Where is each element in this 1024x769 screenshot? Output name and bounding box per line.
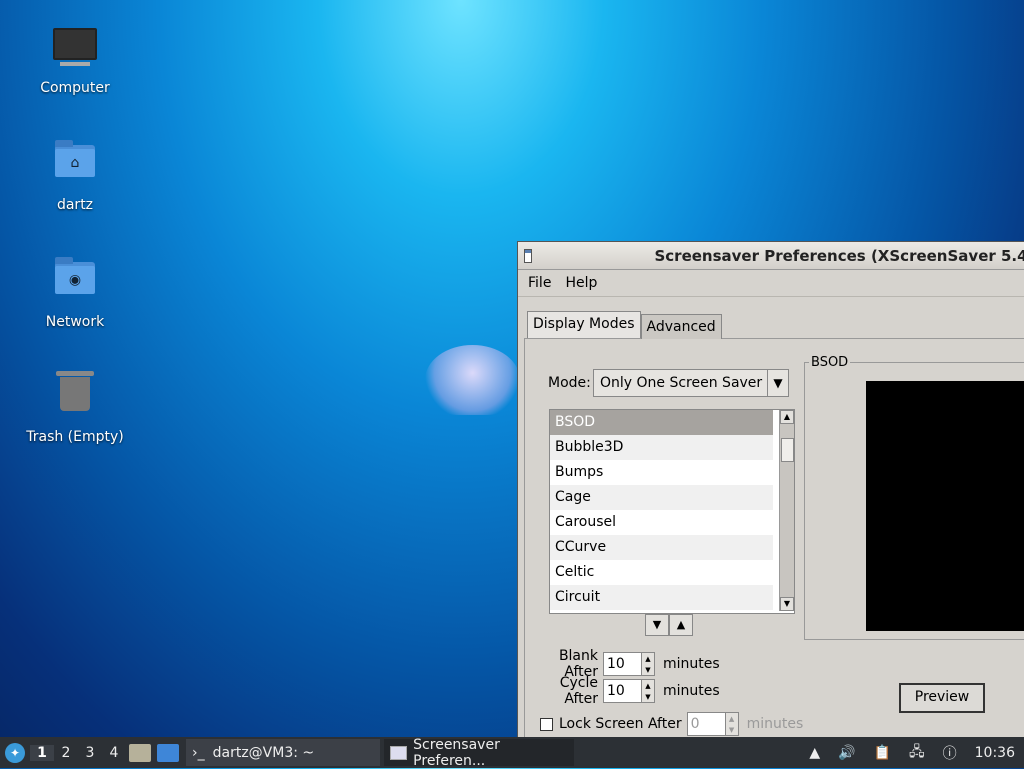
list-item[interactable]: Cage [550,485,773,510]
list-item[interactable]: Carousel [550,510,773,535]
cycle-after-row: Cycle After 10 ▲ ▼ minutes [523,675,720,707]
window-title: Screensaver Preferences (XScreenSaver 5.… [654,246,1024,265]
screensaver-list[interactable]: BSOD Bubble3D Bumps Cage Carousel CCurve… [549,409,795,614]
list-item[interactable]: Bumps [550,460,773,485]
tab-display-modes[interactable]: Display Modes [527,311,641,338]
list-nav-buttons: ▼ ▲ [645,614,693,636]
tab-advanced[interactable]: Advanced [640,314,722,339]
wallpaper-jellyfish [425,345,520,415]
task-label: dartz@VM3: ~ [212,744,315,761]
cycle-after-unit: minutes [663,683,720,699]
next-saver-button[interactable]: ▼ [645,614,669,636]
desktop-icon-label: Computer [40,80,110,96]
desktop-icon-trash[interactable]: Trash (Empty) [20,371,130,445]
window-icon[interactable] [524,248,533,263]
prev-saver-button[interactable]: ▲ [669,614,693,636]
spin-down-icon[interactable]: ▼ [642,693,654,701]
lxqt-logo-icon: ✦ [5,742,25,763]
scroll-thumb[interactable] [781,438,794,462]
menubar: File Help [518,270,1024,297]
lock-screen-label: Lock Screen After [559,716,682,732]
volume-icon[interactable]: 🔊 [838,745,855,761]
lock-screen-row: Lock Screen After 0 ▲ ▼ minutes [540,712,803,736]
cycle-after-value[interactable]: 10 [604,680,641,702]
desktop-icon-label: Trash (Empty) [26,429,124,445]
task-label: Screensaver Preferen... [413,736,500,769]
list-item[interactable]: Bubble3D [550,435,773,460]
blank-after-value[interactable]: 10 [604,653,641,675]
network-folder-icon: ◉ [51,257,99,310]
tray-expand-icon[interactable]: ▲ [809,745,820,761]
desktop-icon-network[interactable]: ◉ Network [20,254,130,330]
desktop-icon-label: dartz [56,197,94,213]
workspace-3[interactable]: 3 [78,745,102,761]
scroll-up-icon[interactable]: ▲ [780,410,794,424]
clock[interactable]: 10:36 [975,745,1015,761]
workspace-1[interactable]: 1 [30,744,54,761]
lock-screen-value[interactable]: 0 [688,713,725,735]
preview-group-title: BSOD [809,355,851,370]
spin-up-icon[interactable]: ▲ [726,715,738,723]
cycle-after-spinner[interactable]: 10 ▲ ▼ [603,679,655,703]
tab-bar: Display Modes Advanced [527,311,722,339]
list-item[interactable]: CCurve [550,535,773,560]
taskbar: ✦ 1 2 3 4 ›_ dartz@VM3: ~ Screensaver Pr… [0,736,1024,769]
blank-after-spinner[interactable]: 10 ▲ ▼ [603,652,655,676]
list-item[interactable]: Celtic [550,560,773,585]
preview-button[interactable]: Preview [899,683,985,713]
file-manager-icon[interactable] [129,743,151,762]
spin-up-icon[interactable]: ▲ [642,655,654,663]
terminal-icon: ›_ [192,744,205,761]
start-menu-button[interactable]: ✦ [0,737,30,768]
desktop-icon-computer[interactable]: Computer [20,20,130,96]
spin-down-icon[interactable]: ▼ [726,726,738,734]
mode-select[interactable]: Only One Screen Saver ▼ [593,369,789,397]
system-tray: ▲ 🔊 📋 🖧 ⓘ 10:36 [800,741,1024,765]
show-desktop-icon[interactable] [157,743,179,762]
preview-area [866,381,1024,631]
trash-icon [51,371,99,425]
task-screensaver[interactable]: Screensaver Preferen... [384,736,574,769]
menu-help[interactable]: Help [565,275,597,291]
desktop-icon-home[interactable]: ⌂ dartz [20,137,130,213]
chevron-down-icon[interactable]: ▼ [767,370,788,396]
lock-screen-unit: minutes [746,716,804,732]
blank-after-unit: minutes [663,656,720,672]
scroll-down-icon[interactable]: ▼ [780,597,794,611]
spin-down-icon[interactable]: ▼ [642,666,654,674]
preview-group: BSOD [804,355,1024,640]
home-folder-icon: ⌂ [51,140,99,193]
network-status-icon[interactable]: 🖧 [909,741,925,765]
screensaver-preferences-window: Screensaver Preferences (XScreenSaver 5.… [517,241,1024,749]
lock-screen-checkbox[interactable] [540,717,553,731]
menu-file[interactable]: File [528,275,551,291]
workspace-2[interactable]: 2 [54,745,78,761]
spin-up-icon[interactable]: ▲ [642,682,654,690]
window-titlebar[interactable]: Screensaver Preferences (XScreenSaver 5.… [518,242,1024,270]
notification-icon[interactable]: ⓘ [943,743,957,763]
window-icon [390,745,408,760]
mode-select-value: Only One Screen Saver [600,375,763,391]
mode-label: Mode: [548,375,591,391]
desktop-icon-label: Network [45,314,105,330]
workspace-4[interactable]: 4 [102,745,126,761]
clipboard-icon[interactable]: 📋 [874,745,891,761]
computer-icon [51,28,99,76]
task-terminal[interactable]: ›_ dartz@VM3: ~ [186,739,380,766]
list-item[interactable]: BSOD [550,410,773,435]
list-item[interactable]: Circuit [550,585,773,610]
lock-screen-spinner[interactable]: 0 ▲ ▼ [686,712,739,736]
list-scrollbar[interactable]: ▲ ▼ [779,410,794,611]
cycle-after-label: Cycle After [559,675,598,707]
